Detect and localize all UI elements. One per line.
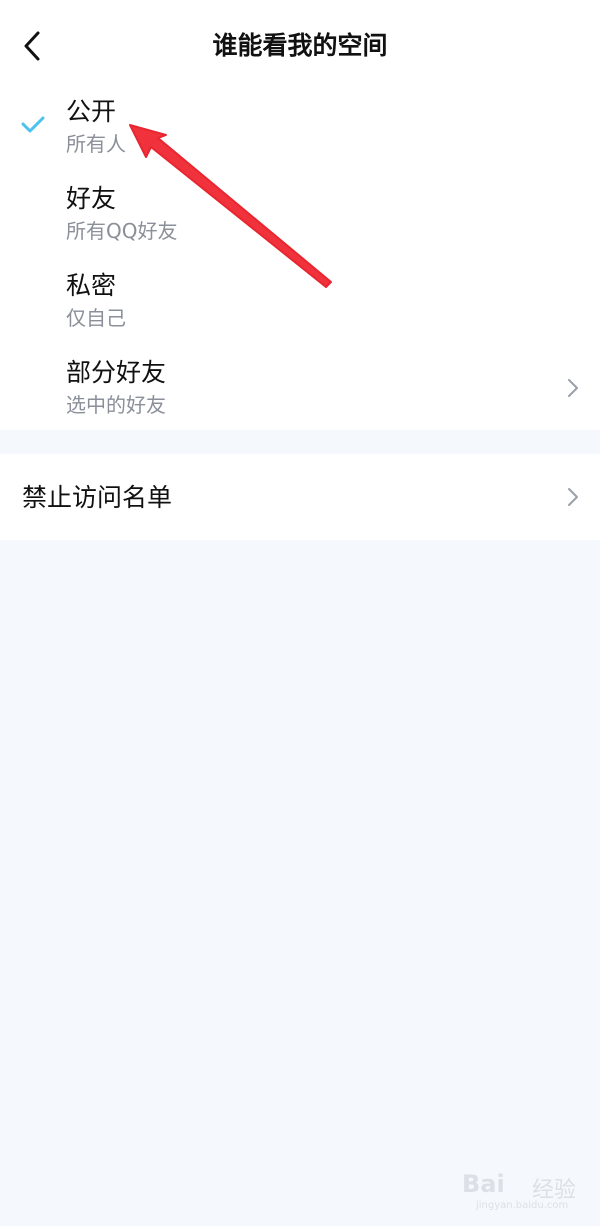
blocked-access-list-row[interactable]: 禁止访问名单 xyxy=(0,454,600,540)
page-title: 谁能看我的空间 xyxy=(212,31,388,60)
option-description: 选中的好友 xyxy=(66,393,166,417)
section-divider xyxy=(0,430,600,454)
blocklist-label: 禁止访问名单 xyxy=(22,483,173,512)
option-some-friends[interactable]: 部分好友 选中的好友 xyxy=(0,353,600,439)
option-label: 公开 xyxy=(66,97,117,126)
checkmark-icon xyxy=(21,116,45,133)
option-description: 所有QQ好友 xyxy=(66,219,178,243)
chevron-right-icon xyxy=(568,488,578,506)
watermark-brand: Bai xyxy=(462,1170,505,1198)
baidu-watermark: Bai 经验 jingyan.baidu.com xyxy=(462,1162,592,1218)
option-friends[interactable]: 好友 所有QQ好友 xyxy=(0,179,600,265)
visibility-options-list: 公开 所有人 好友 所有QQ好友 私密 仅自己 部分好友 选中的好友 xyxy=(0,92,600,430)
option-label: 私密 xyxy=(66,271,117,300)
option-label: 好友 xyxy=(66,184,117,213)
option-description: 所有人 xyxy=(66,132,126,156)
option-public[interactable]: 公开 所有人 xyxy=(0,92,600,178)
watermark-url: jingyan.baidu.com xyxy=(476,1200,569,1211)
option-private[interactable]: 私密 仅自己 xyxy=(0,266,600,352)
option-label: 部分好友 xyxy=(66,358,167,387)
option-description: 仅自己 xyxy=(66,306,126,330)
header-bar: 谁能看我的空间 xyxy=(0,0,600,92)
chevron-right-icon xyxy=(568,379,578,397)
